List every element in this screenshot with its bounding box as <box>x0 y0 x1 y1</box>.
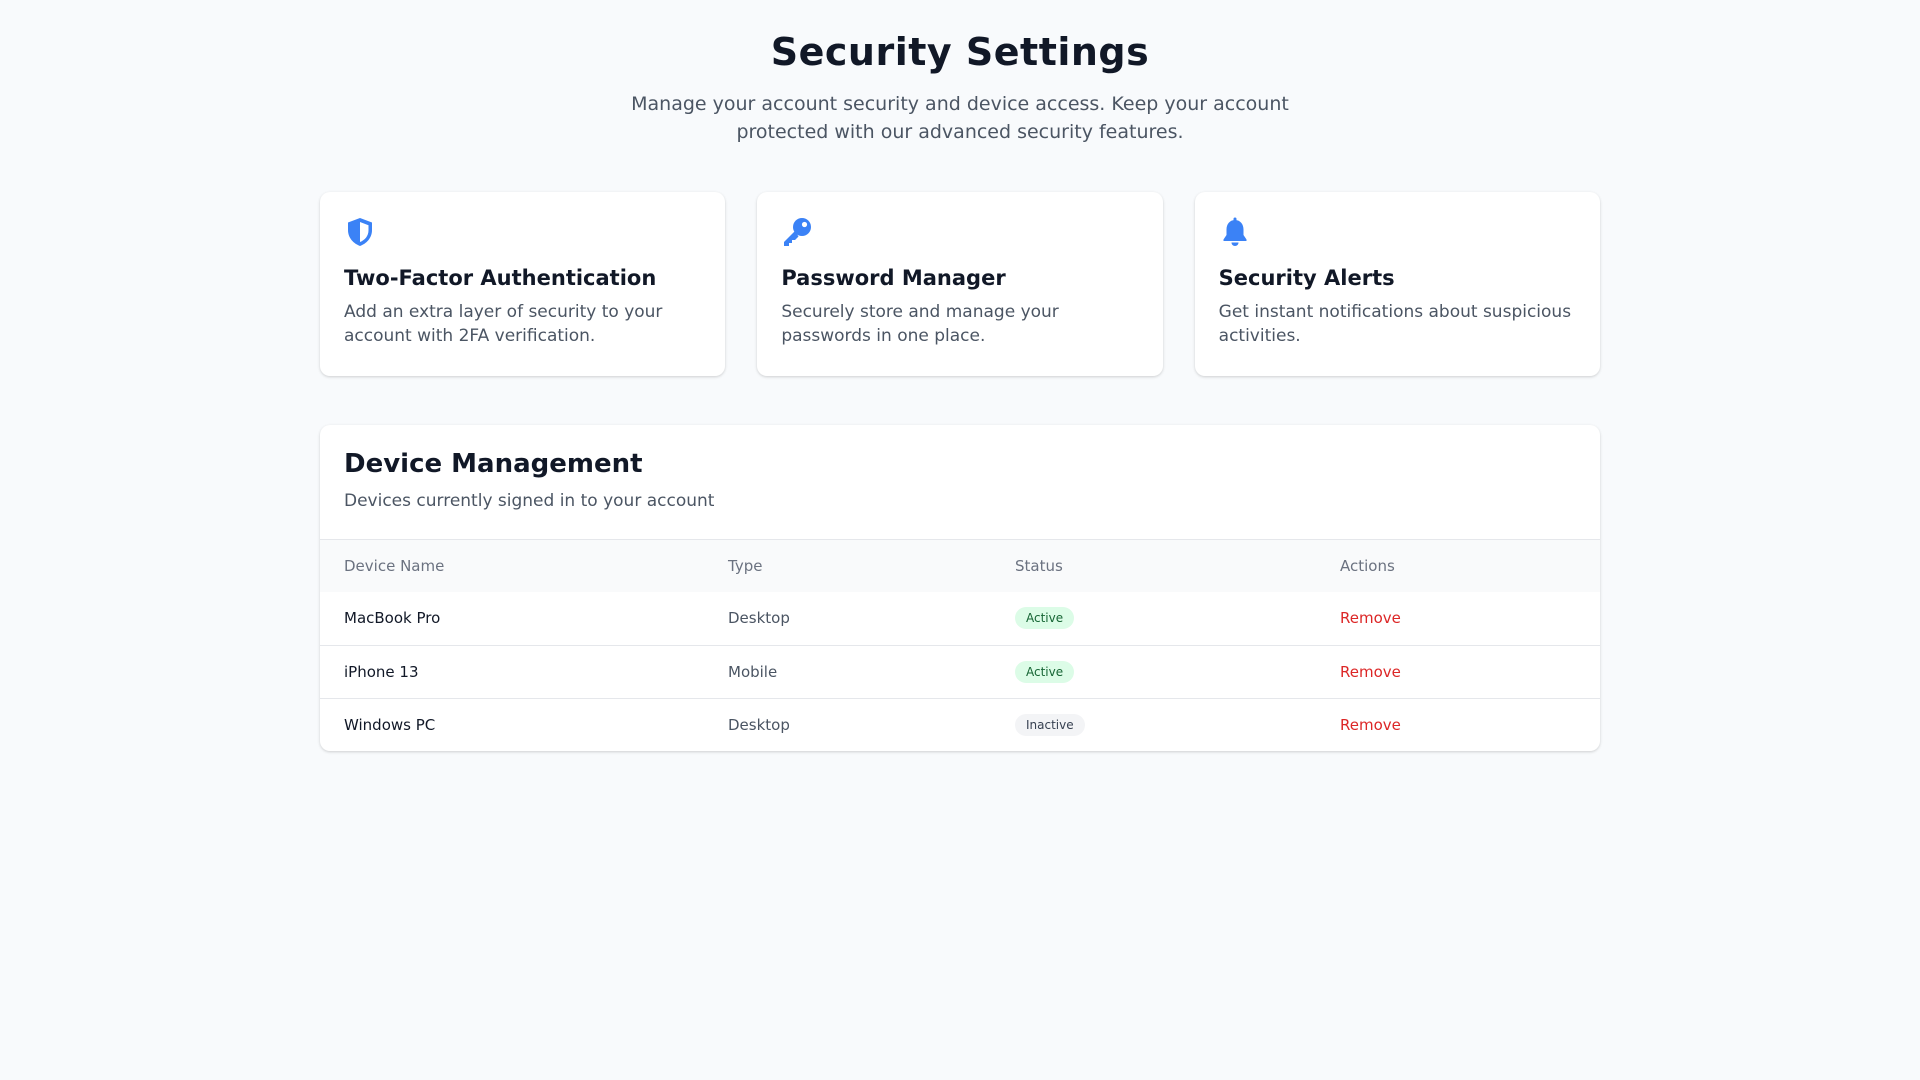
card-two-factor[interactable]: Two-Factor Authentication Add an extra l… <box>320 192 726 376</box>
column-header-actions: Actions <box>1340 557 1395 575</box>
card-security-alerts[interactable]: Security Alerts Get instant notification… <box>1194 192 1600 376</box>
remove-device-button[interactable]: Remove <box>1340 716 1401 734</box>
status-badge: Active <box>1015 660 1075 683</box>
column-header-type: Type <box>728 557 763 575</box>
card-description: Securely store and manage your passwords… <box>781 302 1059 346</box>
card-title: Password Manager <box>781 266 1006 290</box>
key-icon <box>781 216 813 248</box>
column-header-status: Status <box>1015 557 1063 575</box>
feature-cards: Two-Factor Authentication Add an extra l… <box>320 192 1600 376</box>
device-name: iPhone 13 <box>320 644 704 698</box>
device-actions-cell: Remove <box>1316 592 1600 645</box>
card-password-manager[interactable]: Password Manager Securely store and mana… <box>757 192 1163 376</box>
table-header-row: Device Name Type Status Actions <box>320 540 1600 592</box>
bell-icon <box>1219 216 1251 248</box>
device-management-panel: Device Management Devices currently sign… <box>320 425 1600 751</box>
device-status-cell: Active <box>991 644 1316 698</box>
table-body: MacBook Pro Desktop Active Remove iPhone… <box>320 592 1600 751</box>
page-title: Security Settings <box>770 30 1150 74</box>
security-settings-page: Security Settings Manage your account se… <box>0 0 1920 1080</box>
page-subtitle: Manage your account security and device … <box>631 93 1289 143</box>
device-type: Mobile <box>704 644 991 698</box>
panel-title: Device Management <box>344 449 643 479</box>
device-actions-cell: Remove <box>1316 644 1600 698</box>
page-header: Security Settings Manage your account se… <box>0 0 1920 146</box>
device-status-cell: Inactive <box>991 697 1316 751</box>
panel-header: Device Management Devices currently sign… <box>320 425 1600 540</box>
remove-device-button[interactable]: Remove <box>1340 609 1401 627</box>
device-type: Desktop <box>728 609 790 628</box>
card-title: Two-Factor Authentication <box>344 266 657 290</box>
remove-device-button[interactable]: Remove <box>1340 663 1401 681</box>
status-badge: Inactive <box>1015 713 1085 736</box>
table-row: Windows PC Desktop Inactive Remove <box>320 697 1600 751</box>
table-row: MacBook Pro Desktop Active Remove <box>320 592 1600 645</box>
device-actions-cell: Remove <box>1316 697 1600 751</box>
shield-icon <box>344 216 376 248</box>
panel-description: Devices currently signed in to your acco… <box>344 491 715 511</box>
device-status-cell: Active <box>991 592 1316 645</box>
device-type: Desktop <box>704 697 991 751</box>
card-description: Add an extra layer of security to your a… <box>344 302 663 346</box>
card-description: Get instant notifications about suspicio… <box>1218 302 1572 346</box>
status-badge: Active <box>1015 607 1075 630</box>
table-header: Device Name Type Status Actions <box>320 540 1600 592</box>
card-title: Security Alerts <box>1218 266 1395 290</box>
device-name: Windows PC <box>320 697 704 751</box>
column-header-device-name: Device Name <box>344 557 445 575</box>
device-name: MacBook Pro <box>344 609 441 628</box>
devices-table: Device Name Type Status Actions MacBook … <box>320 540 1600 751</box>
table-row: iPhone 13 Mobile Active Remove <box>320 644 1600 698</box>
